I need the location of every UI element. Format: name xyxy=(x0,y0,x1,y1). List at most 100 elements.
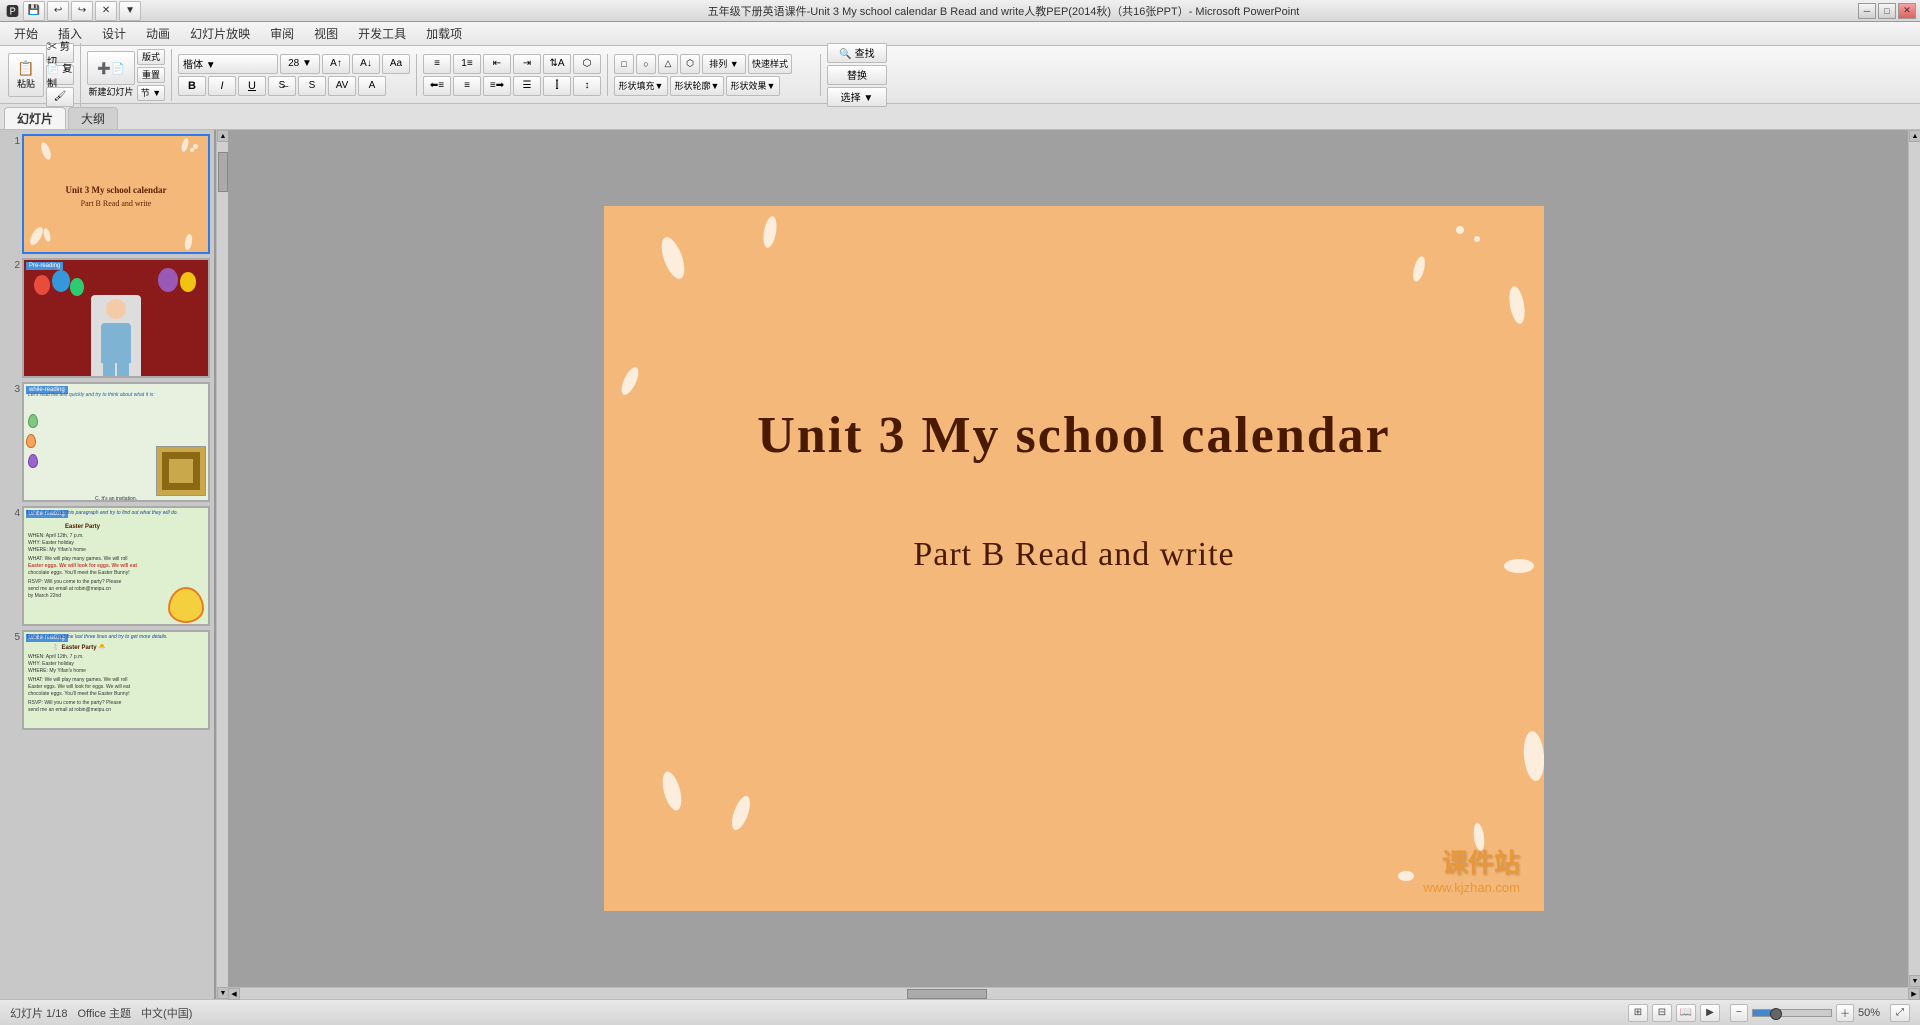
line-spacing-btn[interactable]: ↕ xyxy=(573,76,601,96)
minimize-button[interactable]: ─ xyxy=(1858,3,1876,19)
customize-quickaccess[interactable]: ▼ xyxy=(119,1,141,21)
slide-number-3: 3 xyxy=(4,382,20,395)
paste-btn[interactable]: 📋 粘贴 xyxy=(8,53,44,97)
find-btn[interactable]: 🔍 查找 xyxy=(827,43,887,63)
hscroll-left[interactable]: ◀ xyxy=(228,988,240,1000)
main-vscrollbar[interactable]: ▲ ▼ xyxy=(1908,130,1920,987)
justify-btn[interactable]: ☰ xyxy=(513,76,541,96)
slide-image-2[interactable]: Pre-reading xyxy=(22,258,210,378)
slide-thumb-4[interactable]: 4 while-reading Task 2: Let's read this … xyxy=(4,506,210,626)
save-quickaccess[interactable]: 💾 xyxy=(23,1,45,21)
menu-view[interactable]: 视图 xyxy=(304,23,348,44)
toolbar-paragraph: ≡ 1≡ ⇤ ⇥ ⇅A ⬡ ⬅≡ ≡ ≡➡ ☰ ⫿ ↕ xyxy=(423,54,608,96)
clear-format-btn[interactable]: Aa xyxy=(382,54,410,74)
new-slide-btn[interactable]: ➕📄 xyxy=(87,51,135,85)
shape-arrange-btn[interactable]: 排列 ▼ xyxy=(702,54,746,74)
text-direction-btn[interactable]: ⇅A xyxy=(543,54,571,74)
indent-more-btn[interactable]: ⇥ xyxy=(513,54,541,74)
slide-thumb-1[interactable]: 1 Unit 3 My school calendar Part B Read … xyxy=(4,134,210,254)
shape-btn-1[interactable]: □ xyxy=(614,54,634,74)
hscroll-thumb[interactable] xyxy=(907,989,987,999)
select-btn[interactable]: 选择 ▼ xyxy=(827,87,887,107)
slide-thumb-3[interactable]: 3 while-reading Let's read the text quic… xyxy=(4,382,210,502)
zoom-out-btn[interactable]: − xyxy=(1730,1004,1748,1022)
close-file-quickaccess[interactable]: ✕ xyxy=(95,1,117,21)
slide-4-easter: Easter Party WHEN: April 12th, 7 p.m. WH… xyxy=(28,523,137,600)
menu-design[interactable]: 设计 xyxy=(92,23,136,44)
bullets-btn[interactable]: ≡ xyxy=(423,54,451,74)
slide-sorter-btn[interactable]: ⊟ xyxy=(1652,1004,1672,1022)
restore-button[interactable]: □ xyxy=(1878,3,1896,19)
slide-1-title: Unit 3 My school calendar xyxy=(66,184,167,197)
menu-animation[interactable]: 动画 xyxy=(136,23,180,44)
undo-quickaccess[interactable]: ↩ xyxy=(47,1,69,21)
columns-btn[interactable]: ⫿ xyxy=(543,76,571,96)
font-select[interactable]: 楷体 ▼ xyxy=(178,54,278,74)
main-layout: 1 Unit 3 My school calendar Part B Read … xyxy=(0,130,1920,999)
convert-smartart-btn[interactable]: ⬡ xyxy=(573,54,601,74)
main-area-inner: Unit 3 My school calendar Part B Read an… xyxy=(228,130,1920,987)
menu-developer[interactable]: 开发工具 xyxy=(348,23,416,44)
slide-image-3[interactable]: while-reading Let's read the text quickl… xyxy=(22,382,210,502)
shape-effect-btn[interactable]: 形状效果▼ xyxy=(726,76,780,96)
align-right-btn[interactable]: ≡➡ xyxy=(483,76,511,96)
tab-outline[interactable]: 大纲 xyxy=(68,107,118,129)
petal-6 xyxy=(1507,285,1527,325)
menu-review[interactable]: 审阅 xyxy=(260,23,304,44)
align-left-btn[interactable]: ⬅≡ xyxy=(423,76,451,96)
shape-btn-4[interactable]: ⬡ xyxy=(680,54,700,74)
toolbar-clipboard: 📋 粘贴 ✂ 剪切 📄 复制 🖌 xyxy=(8,43,81,107)
shadow-btn[interactable]: S xyxy=(298,76,326,96)
hscroll-right[interactable]: ▶ xyxy=(1908,988,1920,1000)
menu-slideshow[interactable]: 幻灯片放映 xyxy=(180,23,260,44)
menu-addins[interactable]: 加载项 xyxy=(416,23,472,44)
zoom-bar[interactable] xyxy=(1752,1009,1832,1017)
close-button[interactable]: ✕ xyxy=(1898,3,1916,19)
slide-image-4[interactable]: while-reading Task 2: Let's read this pa… xyxy=(22,506,210,626)
align-center-btn[interactable]: ≡ xyxy=(453,76,481,96)
numbering-btn[interactable]: 1≡ xyxy=(453,54,481,74)
fit-window-btn[interactable]: ⤢ xyxy=(1890,1004,1910,1022)
shape-outline-btn[interactable]: 形状轮廓▼ xyxy=(670,76,724,96)
shape-fill-btn[interactable]: 形状填充▼ xyxy=(614,76,668,96)
underline-btn[interactable]: U xyxy=(238,76,266,96)
shape-btn-2[interactable]: ○ xyxy=(636,54,656,74)
petal-4 xyxy=(1456,226,1464,234)
slide-image-1[interactable]: Unit 3 My school calendar Part B Read an… xyxy=(22,134,210,254)
tab-slides[interactable]: 幻灯片 xyxy=(4,107,66,129)
indent-less-btn[interactable]: ⇤ xyxy=(483,54,511,74)
main-scroll-up[interactable]: ▲ xyxy=(1909,130,1920,142)
font-decrease-btn[interactable]: A↓ xyxy=(352,54,380,74)
reading-view-btn[interactable]: 📖 xyxy=(1676,1004,1696,1022)
main-scroll-down[interactable]: ▼ xyxy=(1909,975,1920,987)
slide-thumb-5[interactable]: 5 while-reading Task 3: Let's read the l… xyxy=(4,630,210,730)
main-hscrollbar[interactable]: ◀ ▶ xyxy=(228,987,1920,999)
layout-btn[interactable]: 版式 xyxy=(137,49,165,65)
italic-btn[interactable]: I xyxy=(208,76,236,96)
menu-start[interactable]: 开始 xyxy=(4,23,48,44)
section-btn[interactable]: 节 ▼ xyxy=(137,85,165,101)
slide-2-tag: Pre-reading xyxy=(26,262,63,270)
font-increase-btn[interactable]: A↑ xyxy=(322,54,350,74)
reset-btn[interactable]: 重置 xyxy=(137,67,165,83)
replace-btn[interactable]: 替换 xyxy=(827,65,887,85)
quick-styles-btn[interactable]: 快速样式 xyxy=(748,54,792,74)
bold-btn[interactable]: B xyxy=(178,76,206,96)
strikethrough-btn[interactable]: S̶ xyxy=(268,76,296,96)
shape-btn-3[interactable]: △ xyxy=(658,54,678,74)
font-color-btn[interactable]: A xyxy=(358,76,386,96)
copy-btn[interactable]: 📄 复制 xyxy=(46,65,74,85)
zoom-thumb[interactable] xyxy=(1770,1008,1782,1020)
normal-view-btn[interactable]: ⊞ xyxy=(1628,1004,1648,1022)
redo-quickaccess[interactable]: ↪ xyxy=(71,1,93,21)
scroll-thumb-v[interactable] xyxy=(218,152,228,192)
slide-image-5[interactable]: while-reading Task 3: Let's read the las… xyxy=(22,630,210,730)
font-size-select[interactable]: 28 ▼ xyxy=(280,54,320,74)
slideshow-btn[interactable]: ▶ xyxy=(1700,1004,1720,1022)
zoom-in-btn[interactable]: ＋ xyxy=(1836,1004,1854,1022)
char-spacing-btn[interactable]: AV xyxy=(328,76,356,96)
slide-thumb-2[interactable]: 2 Pre-reading xyxy=(4,258,210,378)
slide-panel-scrollbar[interactable]: ▲ ▼ xyxy=(216,130,228,999)
hscroll-track xyxy=(240,988,1908,1000)
format-painter-btn[interactable]: 🖌 xyxy=(46,87,74,107)
